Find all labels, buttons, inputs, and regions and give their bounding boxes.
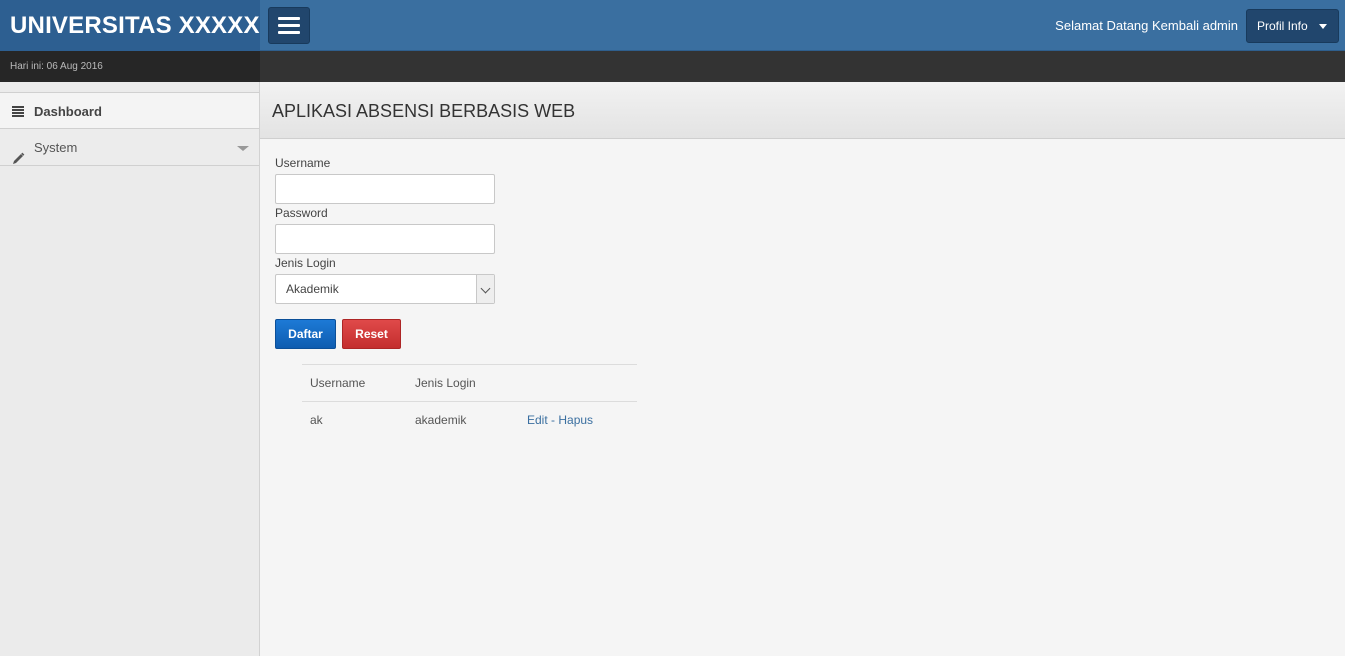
profile-info-dropdown[interactable]: Profil Info [1246, 9, 1339, 43]
top-navbar: UNIVERSITAS XXXXX Selamat Datang Kembali… [0, 0, 1345, 51]
username-label: Username [275, 156, 331, 170]
column-header-jenis-login: Jenis Login [415, 376, 476, 390]
action-separator: - [547, 413, 559, 427]
table-header-row: Username Jenis Login [302, 364, 637, 401]
column-header-username: Username [310, 376, 366, 390]
sidebar: Dashboard System [0, 82, 260, 656]
cell-jenis-login: akademik [415, 413, 467, 427]
sub-bar: Hari ini: 06 Aug 2016 [0, 51, 1345, 82]
hamburger-icon-bar [278, 31, 300, 34]
menu-toggle-button[interactable] [268, 7, 310, 44]
users-table: Username Jenis Login ak akademik Edit - … [302, 364, 637, 438]
hamburger-icon-bar [278, 24, 300, 27]
brand-title[interactable]: UNIVERSITAS XXXXX [0, 0, 260, 51]
welcome-text: Selamat Datang Kembali admin [1055, 18, 1238, 33]
jenis-login-label: Jenis Login [275, 256, 336, 270]
daftar-button[interactable]: Daftar [275, 319, 336, 349]
caret-down-icon [1319, 24, 1327, 29]
sidebar-item-dashboard[interactable]: Dashboard [0, 92, 259, 129]
cell-username: ak [310, 413, 323, 427]
row-actions: Edit - Hapus [527, 402, 593, 438]
list-icon [12, 106, 24, 117]
username-input[interactable] [275, 174, 495, 204]
page-header: APLIKASI ABSENSI BERBASIS WEB [260, 82, 1345, 139]
chevron-down-icon [237, 146, 249, 151]
jenis-login-selected-value: Akademik [286, 282, 339, 296]
sidebar-item-label: Dashboard [34, 104, 102, 119]
sidebar-item-system[interactable]: System [0, 129, 259, 166]
password-input[interactable] [275, 224, 495, 254]
sidebar-item-label: System [34, 140, 78, 155]
jenis-login-select[interactable]: Akademik [275, 274, 495, 304]
page-title: APLIKASI ABSENSI BERBASIS WEB [272, 101, 576, 121]
table-row: ak akademik Edit - Hapus [302, 401, 637, 438]
hamburger-icon-bar [278, 17, 300, 20]
chevron-down-icon [476, 275, 494, 303]
main-content: Username Password Jenis Login Akademik D… [260, 139, 1345, 656]
profile-info-label: Profil Info [1257, 19, 1308, 33]
current-date: Hari ini: 06 Aug 2016 [0, 51, 260, 82]
pencil-icon [12, 142, 25, 164]
reset-button[interactable]: Reset [342, 319, 401, 349]
password-label: Password [275, 206, 328, 220]
edit-link[interactable]: Edit [527, 413, 548, 427]
hapus-link[interactable]: Hapus [558, 413, 593, 427]
